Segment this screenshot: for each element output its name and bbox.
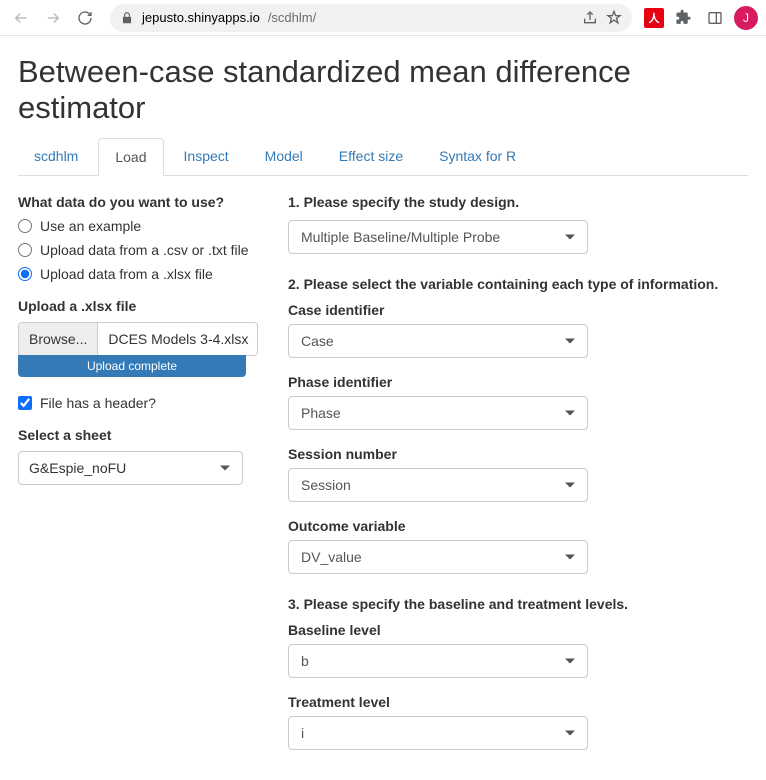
treatment-label: Treatment level [288,694,748,710]
app-content: Between-case standardized mean differenc… [0,36,766,768]
step-1-label: 1. Please specify the study design. [288,194,748,210]
url-path: /scdhlm/ [268,10,316,25]
sheet-label: Select a sheet [18,427,258,443]
forward-button[interactable] [40,5,66,31]
panel-icon[interactable] [702,5,728,31]
browser-toolbar: jepusto.shinyapps.io/scdhlm/ 人 J [0,0,766,36]
case-label: Case identifier [288,302,748,318]
tab-inspect[interactable]: Inspect [168,138,245,175]
page-title: Between-case standardized mean differenc… [18,54,748,126]
radio-use-example[interactable]: Use an example [18,218,258,234]
extension-badge[interactable]: 人 [644,8,664,28]
case-select[interactable]: Case [288,324,588,358]
left-panel: What data do you want to use? Use an exa… [18,194,258,750]
session-label: Session number [288,446,748,462]
step-3-label: 3. Please specify the baseline and treat… [288,596,748,612]
radio-upload-xlsx[interactable]: Upload data from a .xlsx file [18,266,258,282]
baseline-label: Baseline level [288,622,748,638]
chevron-down-icon [220,466,230,471]
back-button[interactable] [8,5,34,31]
design-select[interactable]: Multiple Baseline/Multiple Probe [288,220,588,254]
data-source-question: What data do you want to use? [18,194,258,210]
url-domain: jepusto.shinyapps.io [142,10,260,25]
radio-upload-csv[interactable]: Upload data from a .csv or .txt file [18,242,258,258]
lock-icon [120,11,134,25]
tab-effect-size[interactable]: Effect size [323,138,419,175]
upload-label: Upload a .xlsx file [18,298,258,314]
session-select[interactable]: Session [288,468,588,502]
baseline-select[interactable]: b [288,644,588,678]
share-icon[interactable] [582,10,598,26]
outcome-select[interactable]: DV_value [288,540,588,574]
tab-scdhlm[interactable]: scdhlm [18,138,94,175]
file-input[interactable]: Browse... DCES Models 3-4.xlsx [18,322,258,356]
right-panel: 1. Please specify the study design. Mult… [288,194,748,750]
tab-syntax[interactable]: Syntax for R [423,138,532,175]
chevron-down-icon [565,555,575,560]
header-checkbox[interactable]: File has a header? [18,395,258,411]
upload-progress: Upload complete [18,355,246,377]
browse-button[interactable]: Browse... [19,323,98,355]
file-name: DCES Models 3-4.xlsx [98,323,257,355]
treatment-select[interactable]: i [288,716,588,750]
tab-load[interactable]: Load [98,138,163,176]
chevron-down-icon [565,339,575,344]
sheet-select[interactable]: G&Espie_noFU [18,451,243,485]
tab-bar: scdhlm Load Inspect Model Effect size Sy… [18,138,748,176]
bookmark-star-icon[interactable] [606,10,622,26]
chevron-down-icon [565,483,575,488]
chevron-down-icon [565,411,575,416]
phase-label: Phase identifier [288,374,748,390]
tab-model[interactable]: Model [249,138,319,175]
extensions-icon[interactable] [670,5,696,31]
chevron-down-icon [565,731,575,736]
phase-select[interactable]: Phase [288,396,588,430]
step-2-label: 2. Please select the variable containing… [288,276,748,292]
reload-button[interactable] [72,5,98,31]
profile-avatar[interactable]: J [734,6,758,30]
chevron-down-icon [565,235,575,240]
outcome-label: Outcome variable [288,518,748,534]
address-bar[interactable]: jepusto.shinyapps.io/scdhlm/ [110,4,632,32]
chevron-down-icon [565,659,575,664]
